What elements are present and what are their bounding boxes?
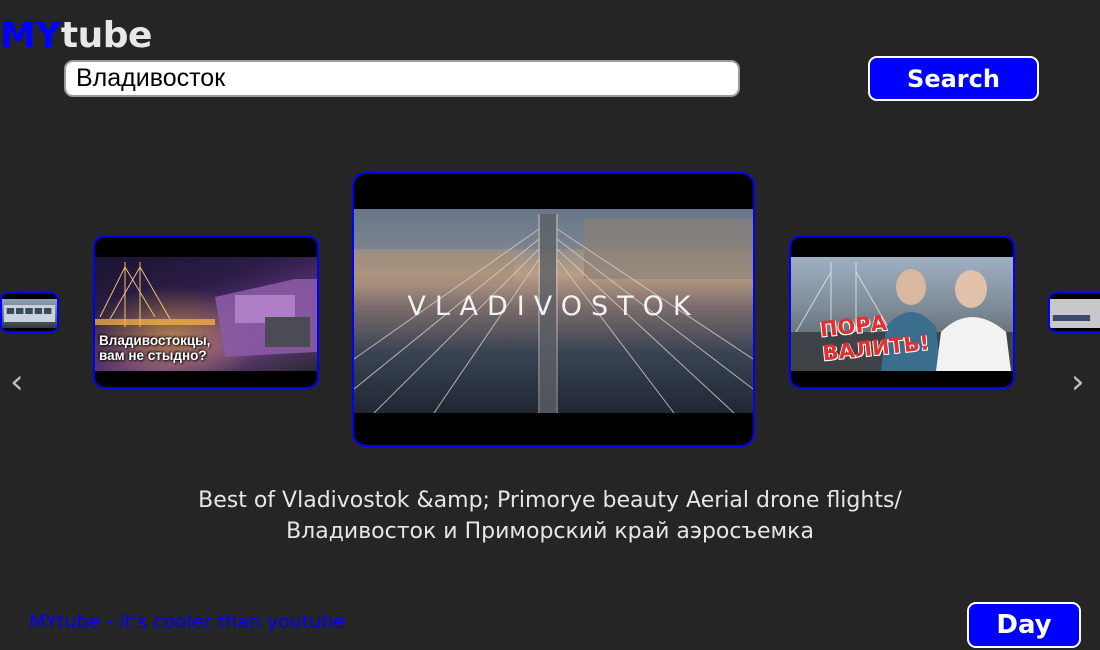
thumbnail-title-overlay: VLADIVOSTOK <box>407 291 700 322</box>
day-theme-button[interactable]: Day <box>967 602 1081 648</box>
video-thumbnail: VLADIVOSTOK <box>354 209 753 413</box>
logo-tube: tube <box>60 15 153 56</box>
caption-line-1: Владивостокцы, <box>99 333 211 348</box>
video-title: Best of Vladivostok &amp; Primorye beaut… <box>110 485 990 547</box>
app-root: MYtube Search <box>0 0 1100 650</box>
search-button[interactable]: Search <box>868 56 1039 101</box>
bus-image-icon <box>3 305 56 322</box>
logo-my: MY <box>0 15 61 56</box>
caption-line-2: вам не стыдно? <box>99 348 207 363</box>
carousel-card-far-right[interactable] <box>1048 292 1100 333</box>
thumbnail-caption: Владивостокцы, вам не стыдно? <box>99 333 210 363</box>
carousel-card-right[interactable]: ПОРА ВАЛИТЬ! <box>789 235 1015 389</box>
carousel-next-icon[interactable]: › <box>1071 362 1085 402</box>
logo: MYtube <box>0 14 152 58</box>
carousel-prev-icon[interactable]: ‹ <box>10 362 24 402</box>
video-title-line-2: Владивосток и Приморский край аэросъемка <box>286 519 814 544</box>
video-title-line-1: Best of Vladivostok &amp; Primorye beaut… <box>198 488 902 513</box>
video-thumbnail: ПОРА ВАЛИТЬ! <box>791 257 1013 371</box>
carousel-card-left[interactable]: Владивостокцы, вам не стыдно? <box>93 235 319 389</box>
video-thumbnail <box>2 299 57 328</box>
footer-tagline: MYtube - it's cooler than youtube <box>29 611 345 633</box>
carousel-card-center[interactable]: VLADIVOSTOK <box>352 172 755 447</box>
search-input[interactable] <box>64 60 740 97</box>
video-thumbnail: Владивостокцы, вам не стыдно? <box>95 257 317 371</box>
carousel-card-far-left[interactable] <box>0 292 59 333</box>
thumbnail-image-icon <box>1050 299 1100 328</box>
video-thumbnail <box>1050 299 1100 328</box>
